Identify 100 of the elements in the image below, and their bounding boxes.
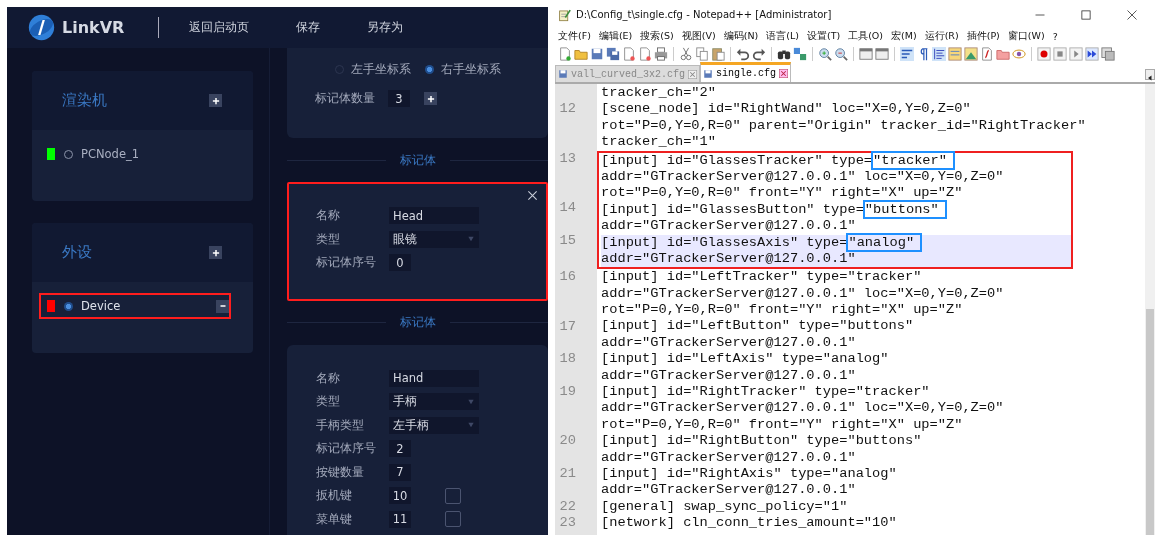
close-icon[interactable]: [1126, 8, 1138, 21]
menu-item[interactable]: 编码(N): [720, 29, 764, 43]
line-number: 12: [558, 101, 577, 119]
fast-forward-icon[interactable]: [1085, 46, 1099, 61]
scissors-icon[interactable]: [679, 46, 693, 61]
dropdown-value: 左手柄: [393, 417, 429, 433]
document-icon[interactable]: [558, 46, 572, 61]
save-macro-icon[interactable]: [1101, 46, 1115, 61]
dropdown[interactable]: 眼镜: [389, 230, 479, 248]
menu-item[interactable]: 编辑(E): [595, 29, 638, 43]
nav-link[interactable]: 另存为: [367, 19, 404, 36]
radio-button[interactable]: [64, 301, 73, 311]
nav-link[interactable]: 保存: [296, 19, 321, 36]
scrollbar-thumb[interactable]: [1146, 309, 1154, 535]
menu-item[interactable]: 文件(F): [555, 29, 596, 43]
code-text: addr="GTrackerServer@127.0.0.1": [601, 449, 856, 465]
remove-button[interactable]: [216, 299, 229, 313]
menu-item[interactable]: 视图(V): [678, 29, 721, 43]
line-number: 16: [558, 269, 577, 287]
code-text: [input] id="GlassesTracker" type=: [601, 152, 873, 168]
code-text: addr="GTrackerServer@127.0.0.1" loc="X=0,Y=0,Z=0": [601, 285, 1004, 301]
line-number: 21: [558, 466, 577, 484]
dropdown-value: 眼镜: [393, 231, 417, 247]
close-document-icon[interactable]: [622, 46, 636, 61]
option-label: 右手坐标系: [441, 62, 501, 77]
checkbox[interactable]: [445, 511, 461, 528]
close-icon[interactable]: [779, 69, 789, 78]
checkbox[interactable]: [445, 487, 461, 504]
code-text: rot="P=0,Y=0,R=0" front="Y" right="X" up="Z": [601, 416, 963, 432]
line-number: 18: [558, 351, 577, 369]
line-number: 13: [558, 150, 577, 168]
code-text: [input] id="LeftAxis" type="analog": [601, 351, 889, 367]
code-text: rot="P=0,Y=0,R=0" parent="Origin" tracker_id="RightTracker": [601, 117, 1086, 133]
stop-icon[interactable]: [1053, 46, 1067, 61]
section-title: 外设: [62, 243, 92, 262]
copy-icon[interactable]: [695, 46, 709, 61]
menu-item[interactable]: 设置(T): [803, 29, 846, 43]
radio-button[interactable]: [425, 65, 434, 74]
paste-icon[interactable]: [711, 46, 725, 61]
number-field[interactable]: 10: [389, 487, 411, 505]
text-field[interactable]: Hand: [389, 369, 479, 387]
panel-icon[interactable]: [948, 46, 962, 61]
nav-link[interactable]: 返回启动页: [189, 19, 250, 36]
floppy-disks-icon[interactable]: [606, 46, 620, 61]
code-text: tracker_ch="2": [601, 85, 716, 100]
record-icon[interactable]: [1037, 46, 1051, 61]
menu-item[interactable]: 插件(P): [963, 29, 1005, 43]
file-tab[interactable]: single.cfg: [700, 62, 792, 82]
indent-guide-icon[interactable]: [932, 46, 946, 61]
close-document-icon[interactable]: [638, 46, 652, 61]
code-text: [input] id="LeftTracker" type="tracker": [601, 269, 922, 285]
zoom-in-icon[interactable]: [818, 46, 832, 61]
item-label: PCNode_1: [81, 147, 141, 161]
number-field[interactable]: 7: [389, 463, 411, 481]
code-text: addr="GTrackerServer@127.0.0.1": [601, 218, 856, 234]
code-text: tracker_ch="1": [601, 134, 716, 150]
replace-icon[interactable]: [793, 46, 807, 61]
dropdown[interactable]: 左手柄: [389, 416, 479, 434]
menu-item[interactable]: 运行(R): [921, 29, 964, 43]
highlighted-value: "tracker": [871, 150, 955, 170]
zoom-out-icon[interactable]: [834, 46, 848, 61]
chart-icon[interactable]: [964, 46, 978, 61]
menu-item[interactable]: 语言(L): [763, 29, 804, 43]
add-button[interactable]: [424, 92, 437, 106]
field-label: 菜单键: [316, 511, 353, 527]
menu-item[interactable]: 工具(O): [845, 29, 889, 43]
menu-item[interactable]: 搜索(S): [637, 29, 679, 43]
add-button[interactable]: [209, 246, 222, 259]
field-label: 按键数量: [316, 464, 365, 480]
line-number: 22: [558, 498, 577, 516]
sidebar-item[interactable]: PCNode_1: [39, 141, 231, 167]
window-icon[interactable]: [859, 46, 873, 61]
play-icon[interactable]: [1069, 46, 1083, 61]
scroll-left-button[interactable]: [1145, 69, 1155, 80]
eye-icon[interactable]: [1012, 46, 1026, 61]
code-text: rot="P=0,Y=0,R=0" front="Y" right="X" up="Z": [601, 185, 963, 201]
dropdown-value: 手柄: [393, 394, 417, 410]
dropdown[interactable]: 手柄: [389, 393, 479, 411]
number-field[interactable]: 2: [389, 440, 411, 458]
field-label: 标记体序号: [316, 255, 377, 271]
window-icon[interactable]: [875, 46, 889, 61]
menu-item[interactable]: 宏(M): [888, 29, 922, 43]
field-label: 扳机键: [316, 488, 353, 504]
text-field[interactable]: Head: [389, 207, 479, 225]
menu-item[interactable]: 窗口(W): [1004, 29, 1050, 43]
highlighted-value: "analog": [846, 232, 923, 252]
number-field[interactable]: 0: [389, 254, 411, 272]
printer-icon[interactable]: [654, 46, 668, 61]
left-arrow-icon: [1146, 74, 1154, 82]
menu-item[interactable]: ?: [1049, 30, 1063, 42]
wrap-icon[interactable]: [900, 46, 914, 61]
maximize-icon[interactable]: [1080, 8, 1092, 21]
number-field[interactable]: 11: [389, 510, 411, 528]
add-button[interactable]: [209, 94, 222, 107]
number-field[interactable]: 3: [388, 90, 410, 108]
code-text: [scene_node] id="RightWand" loc="X=0,Y=0,Z=0": [601, 101, 971, 117]
window-title: D:\Config_t\single.cfg - Notepad++ [Administrator]: [576, 9, 833, 20]
code-text: [network] cln_conn_tries_amount="10": [601, 515, 897, 531]
plus-icon: [425, 93, 436, 104]
code-text: addr="GTrackerServer@127.0.0.1": [601, 334, 856, 350]
